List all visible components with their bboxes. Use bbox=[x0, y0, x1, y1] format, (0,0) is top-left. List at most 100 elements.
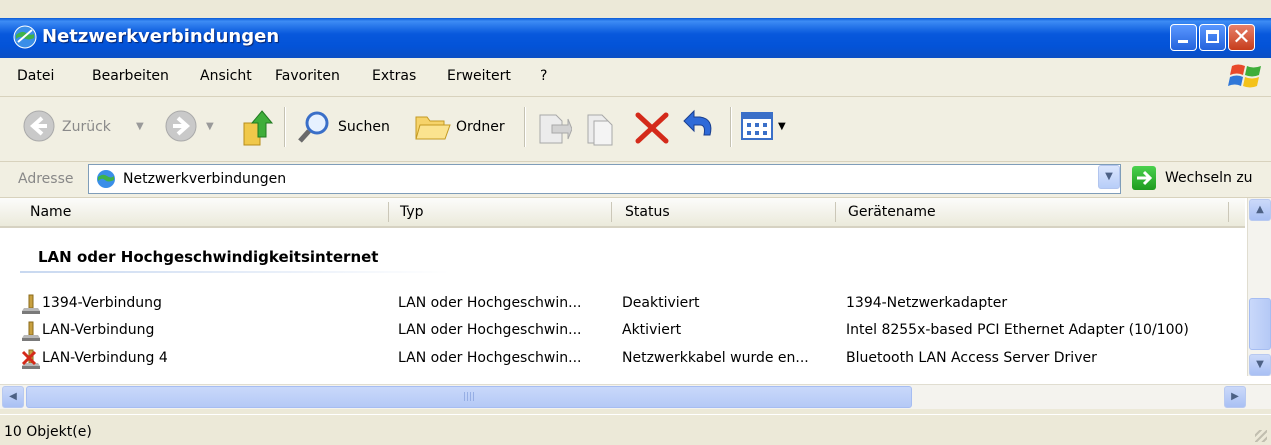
row-name: 1394-Verbindung bbox=[42, 295, 162, 311]
column-header-device[interactable]: Gerätename bbox=[848, 204, 936, 220]
column-divider[interactable] bbox=[388, 202, 389, 222]
back-dropdown-icon[interactable]: ▼ bbox=[136, 121, 144, 132]
horizontal-scroll-thumb[interactable]: |||| bbox=[26, 386, 912, 408]
scroll-up-button[interactable]: ▲ bbox=[1249, 199, 1271, 221]
forward-dropdown-icon[interactable]: ▼ bbox=[206, 121, 214, 132]
row-status: Aktiviert bbox=[622, 322, 682, 338]
move-to-icon[interactable] bbox=[534, 105, 572, 149]
go-label[interactable]: Wechseln zu bbox=[1165, 170, 1253, 186]
scroll-right-button[interactable]: ▶ bbox=[1224, 386, 1246, 408]
column-header-name[interactable]: Name bbox=[30, 204, 71, 220]
go-button[interactable] bbox=[1132, 166, 1156, 190]
row-status: Deaktiviert bbox=[622, 295, 700, 311]
address-dropdown-button[interactable]: ▼ bbox=[1098, 165, 1120, 189]
connections-list: Name Typ Status Gerätename LAN oder Hoch… bbox=[0, 198, 1271, 409]
forward-button[interactable]: ▼ bbox=[160, 105, 230, 149]
window-title: Netzwerkverbindungen bbox=[42, 26, 280, 47]
row-type: LAN oder Hochgeschwin... bbox=[398, 350, 582, 366]
list-item[interactable]: 1394-Verbindung LAN oder Hochgeschwin...… bbox=[0, 291, 1245, 317]
group-divider bbox=[20, 271, 450, 273]
list-item[interactable]: LAN-Verbindung LAN oder Hochgeschwin... … bbox=[0, 318, 1245, 344]
maximize-icon bbox=[1206, 30, 1219, 43]
folders-button[interactable]: Ordner bbox=[412, 105, 520, 149]
chevron-right-icon: ▶ bbox=[1231, 391, 1239, 402]
menu-bearbeiten[interactable]: Bearbeiten bbox=[92, 68, 169, 84]
toolbar-separator bbox=[284, 107, 286, 147]
network-connections-icon bbox=[13, 25, 37, 49]
network-disconnected-icon bbox=[21, 349, 40, 369]
resize-grip-icon[interactable] bbox=[1255, 430, 1267, 442]
title-bar[interactable]: Netzwerkverbindungen ✕ bbox=[0, 18, 1271, 58]
undo-icon[interactable] bbox=[680, 105, 720, 149]
vertical-scroll-thumb[interactable] bbox=[1249, 298, 1271, 350]
toolbar: Zurück ▼ ▼ Suchen Ordner ▼ bbox=[0, 97, 1271, 162]
row-type: LAN oder Hochgeschwin... bbox=[398, 295, 582, 311]
back-button[interactable]: Zurück ▼ bbox=[18, 105, 148, 149]
search-label: Suchen bbox=[338, 119, 390, 135]
status-bar: 10 Objekt(e) bbox=[0, 414, 1271, 445]
menu-favoriten[interactable]: Favoriten bbox=[275, 68, 340, 84]
menu-datei[interactable]: Datei bbox=[17, 68, 54, 84]
row-name: LAN-Verbindung 4 bbox=[42, 350, 168, 366]
windows-logo-icon bbox=[1228, 64, 1261, 88]
views-dropdown-icon: ▼ bbox=[778, 121, 786, 132]
column-header-row: Name Typ Status Gerätename bbox=[0, 198, 1245, 228]
toolbar-separator bbox=[730, 107, 732, 147]
scroll-down-button[interactable]: ▼ bbox=[1249, 354, 1271, 376]
folder-up-icon[interactable] bbox=[240, 105, 276, 149]
chevron-left-icon: ◀ bbox=[9, 391, 17, 402]
menu-bar: Datei Bearbeiten Ansicht Favoriten Extra… bbox=[0, 58, 1271, 97]
list-item[interactable]: LAN-Verbindung 4 LAN oder Hochgeschwin..… bbox=[0, 346, 1245, 372]
network-connection-icon bbox=[22, 294, 40, 314]
menu-ansicht[interactable]: Ansicht bbox=[200, 68, 252, 84]
maximize-button[interactable] bbox=[1199, 24, 1226, 51]
menu-erweitert[interactable]: Erweitert bbox=[447, 68, 511, 84]
chevron-down-icon: ▼ bbox=[1256, 359, 1264, 370]
toolbar-separator bbox=[524, 107, 526, 147]
views-icon bbox=[741, 112, 773, 140]
folders-label: Ordner bbox=[456, 119, 505, 135]
column-divider[interactable] bbox=[1228, 202, 1229, 222]
views-button[interactable]: ▼ bbox=[740, 105, 796, 149]
status-text: 10 Objekt(e) bbox=[4, 424, 92, 440]
column-header-status[interactable]: Status bbox=[625, 204, 670, 220]
minimize-button[interactable] bbox=[1170, 24, 1197, 51]
row-type: LAN oder Hochgeschwin... bbox=[398, 322, 582, 338]
go-arrow-icon bbox=[1137, 170, 1153, 186]
search-icon bbox=[298, 111, 329, 143]
close-icon: ✕ bbox=[1232, 25, 1251, 50]
back-arrow-icon bbox=[23, 110, 55, 142]
column-divider[interactable] bbox=[611, 202, 612, 222]
scroll-left-button[interactable]: ◀ bbox=[2, 386, 24, 408]
network-connections-icon bbox=[97, 170, 115, 188]
address-value: Netzwerkverbindungen bbox=[123, 171, 287, 187]
vertical-scrollbar[interactable]: ▲ ▼ bbox=[1247, 198, 1271, 376]
forward-arrow-icon bbox=[165, 110, 197, 142]
row-device: Bluetooth LAN Access Server Driver bbox=[846, 350, 1097, 366]
row-status: Netzwerkkabel wurde en... bbox=[622, 350, 809, 366]
column-divider[interactable] bbox=[835, 202, 836, 222]
address-input[interactable]: Netzwerkverbindungen bbox=[88, 164, 1121, 194]
horizontal-scrollbar[interactable]: ◀ |||| ▶ bbox=[0, 384, 1271, 409]
close-button[interactable]: ✕ bbox=[1228, 24, 1255, 51]
chevron-down-icon: ▼ bbox=[1105, 171, 1113, 182]
address-bar: Adresse Netzwerkverbindungen ▼ Wechseln … bbox=[0, 162, 1271, 198]
menu-extras[interactable]: Extras bbox=[372, 68, 416, 84]
minimize-icon bbox=[1178, 40, 1188, 43]
row-device: 1394-Netzwerkadapter bbox=[846, 295, 1008, 311]
search-button[interactable]: Suchen bbox=[294, 105, 404, 149]
column-header-type[interactable]: Typ bbox=[400, 204, 424, 220]
back-label: Zurück bbox=[62, 119, 111, 135]
copy-to-icon[interactable] bbox=[580, 105, 618, 149]
address-label: Adresse bbox=[18, 171, 74, 187]
folder-icon bbox=[415, 116, 451, 140]
row-name: LAN-Verbindung bbox=[42, 322, 155, 338]
network-connection-icon bbox=[22, 321, 40, 341]
row-device: Intel 8255x-based PCI Ethernet Adapter (… bbox=[846, 322, 1189, 338]
delete-icon[interactable] bbox=[632, 105, 672, 149]
explorer-window: Netzwerkverbindungen ✕ Datei Bearbeiten … bbox=[0, 0, 1271, 445]
group-title: LAN oder Hochgeschwindigkeitsinternet bbox=[38, 248, 379, 266]
menu-help[interactable]: ? bbox=[540, 68, 547, 84]
grip-icon: |||| bbox=[462, 392, 476, 402]
chevron-up-icon: ▲ bbox=[1256, 204, 1264, 215]
